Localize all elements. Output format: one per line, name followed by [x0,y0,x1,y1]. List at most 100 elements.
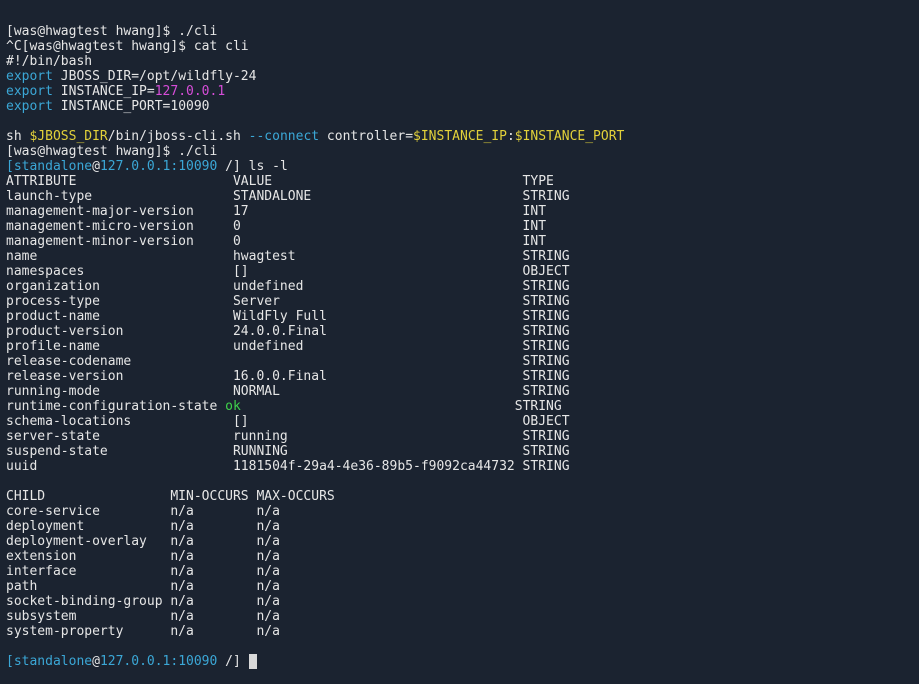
terminal-line: name hwagtest STRING [6,249,919,264]
terminal-text-segment: launch-type STANDALONE STRING [6,189,570,204]
terminal-text-segment: subsystem n/a n/a [6,609,280,624]
terminal-line: suspend-state RUNNING STRING [6,444,919,459]
terminal-text-segment: sh [6,129,30,144]
terminal-text-segment: standalone [13,159,93,174]
terminal-text-segment: ATTRIBUTE VALUE TYPE [6,174,554,189]
terminal-text-segment: ^C[was@hwagtest hwang]$ cat cli [6,39,249,54]
terminal-line: profile-name undefined STRING [6,339,919,354]
terminal-line: organization undefined STRING [6,279,919,294]
terminal-text-segment: suspend-state RUNNING STRING [6,444,570,459]
terminal-text-segment: standalone [13,654,93,669]
terminal-text-segment: server-state running STRING [6,429,570,444]
terminal-text-segment: export [6,99,53,114]
terminal-text-segment: management-micro-version 0 INT [6,219,547,234]
terminal-text-segment: extension n/a n/a [6,549,280,564]
terminal-line: extension n/a n/a [6,549,919,564]
terminal-line: runtime-configuration-state ok STRING [6,399,919,414]
terminal-text-segment: $INSTANCE_PORT [514,129,625,144]
terminal-line: release-codename STRING [6,354,919,369]
terminal-line: uuid 1181504f-29a4-4e36-89b5-f9092ca4473… [6,459,919,474]
terminal-text-segment: path n/a n/a [6,579,280,594]
terminal-text-segment: deployment-overlay n/a n/a [6,534,280,549]
terminal-line: socket-binding-group n/a n/a [6,594,919,609]
terminal-text-segment: [was@hwagtest hwang]$ ./cli [6,24,218,39]
terminal-text-segment: #!/bin/bash [6,54,93,69]
terminal-text-segment: interface n/a n/a [6,564,280,579]
terminal-line: sh $JBOSS_DIR/bin/jboss-cli.sh --connect… [6,129,919,144]
terminal-text-segment: schema-locations [] OBJECT [6,414,570,429]
terminal-text-segment: release-version 16.0.0.Final STRING [6,369,570,384]
terminal-line: ^C[was@hwagtest hwang]$ cat cli [6,39,919,54]
terminal-text-segment: socket-binding-group n/a n/a [6,594,280,609]
terminal-line: management-micro-version 0 INT [6,219,919,234]
terminal-text-segment: CHILD MIN-OCCURS MAX-OCCURS [6,489,335,504]
terminal-line: running-mode NORMAL STRING [6,384,919,399]
terminal-line: product-name WildFly Full STRING [6,309,919,324]
terminal-text-segment: [ [6,654,14,669]
terminal-line: export INSTANCE_IP=127.0.0.1 [6,84,919,99]
terminal-line: [standalone@127.0.0.1:10090 /] ls -l [6,159,919,174]
terminal-text-segment: @ [92,654,100,669]
terminal-text-segment: $JBOSS_DIR [29,129,108,144]
terminal-line: process-type Server STRING [6,294,919,309]
terminal-text-segment: process-type Server STRING [6,294,570,309]
terminal-line: namespaces [] OBJECT [6,264,919,279]
terminal-text-segment: release-codename STRING [6,354,570,369]
terminal-line: release-version 16.0.0.Final STRING [6,369,919,384]
terminal-text-segment: ok [225,399,241,414]
terminal-line: interface n/a n/a [6,564,919,579]
terminal-line: export INSTANCE_PORT=10090 [6,99,919,114]
terminal-line: deployment-overlay n/a n/a [6,534,919,549]
terminal-line: path n/a n/a [6,579,919,594]
terminal-line: [standalone@127.0.0.1:10090 /] [6,654,919,669]
terminal-line: CHILD MIN-OCCURS MAX-OCCURS [6,489,919,504]
terminal-line: export JBOSS_DIR=/opt/wildfly-24 [6,69,919,84]
terminal-text-segment: management-major-version 17 INT [6,204,547,219]
terminal-line: management-minor-version 0 INT [6,234,919,249]
terminal-line: subsystem n/a n/a [6,609,919,624]
terminal-text-segment: export [6,69,53,84]
terminal-text-segment: : [506,129,515,144]
terminal-text-segment: $INSTANCE_IP [413,129,507,144]
terminal-text-segment: controller= [319,129,414,144]
terminal-text-segment: management-minor-version 0 INT [6,234,547,249]
terminal-text-segment: /] ls -l [217,159,288,174]
terminal-text-segment: 127.0.0.1:10090 [99,159,218,174]
terminal-line: deployment n/a n/a [6,519,919,534]
terminal-text-segment: [was@hwagtest hwang]$ ./cli [6,144,218,159]
terminal-text-segment: running-mode NORMAL STRING [6,384,570,399]
terminal-text-segment: system-property n/a n/a [6,624,280,639]
terminal-text-segment: @ [92,159,100,174]
terminal-line: ATTRIBUTE VALUE TYPE [6,174,919,189]
terminal-line: system-property n/a n/a [6,624,919,639]
terminal-text-segment: deployment n/a n/a [6,519,280,534]
terminal-output: [was@hwagtest hwang]$ ./cli ^C[was@hwagte… [6,24,919,669]
terminal-text-segment: name hwagtest STRING [6,249,570,264]
terminal-text-segment: --connect [248,129,320,144]
terminal-text-segment: namespaces [] OBJECT [6,264,570,279]
terminal-text-segment: [ [6,159,14,174]
terminal-line: #!/bin/bash [6,54,919,69]
terminal-text-segment: /bin/jboss-cli.sh [107,129,249,144]
terminal-window[interactable]: [was@hwagtest hwang]$ ./cli ^C[was@hwagte… [0,0,919,669]
terminal-text-segment: uuid 1181504f-29a4-4e36-89b5-f9092ca4473… [6,459,570,474]
terminal-text-segment: export [6,84,53,99]
terminal-line: product-version 24.0.0.Final STRING [6,324,919,339]
terminal-line: [was@hwagtest hwang]$ ./cli [6,24,919,39]
terminal-text-segment: INSTANCE_PORT=10090 [52,99,210,114]
terminal-text-segment: INSTANCE_IP= [52,84,155,99]
terminal-line: management-major-version 17 INT [6,204,919,219]
terminal-line: [was@hwagtest hwang]$ ./cli [6,144,919,159]
terminal-line: launch-type STANDALONE STRING [6,189,919,204]
terminal-text-segment: runtime-configuration-state [6,399,226,414]
terminal-text-segment: product-version 24.0.0.Final STRING [6,324,570,339]
terminal-line: schema-locations [] OBJECT [6,414,919,429]
terminal-text-segment: JBOSS_DIR=/opt/wildfly-24 [52,69,257,84]
terminal-text-segment: STRING [240,399,562,414]
terminal-text-segment: profile-name undefined STRING [6,339,570,354]
terminal-text-segment: product-name WildFly Full STRING [6,309,570,324]
terminal-text-segment: /] [217,654,249,669]
